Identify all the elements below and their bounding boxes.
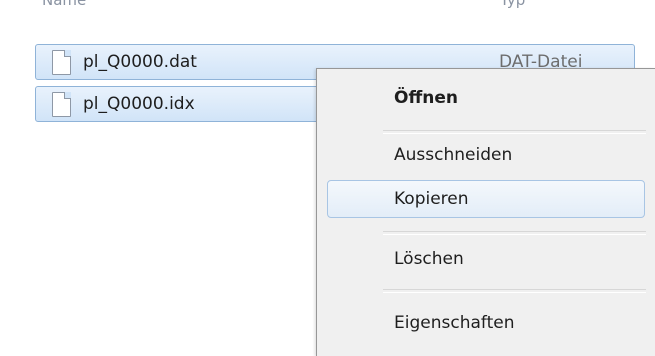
context-menu: Öffnen Ausschneiden Kopieren Löschen Eig…: [316, 68, 655, 356]
menu-separator: [383, 231, 646, 235]
menu-item-copy[interactable]: Kopieren: [327, 180, 645, 218]
column-header-type[interactable]: Typ: [500, 0, 525, 9]
menu-item-open[interactable]: Öffnen: [327, 80, 645, 118]
menu-item-properties[interactable]: Eigenschaften: [327, 305, 645, 343]
file-name: pl_Q0000.dat: [83, 52, 197, 72]
column-header: Name Typ: [0, 0, 655, 9]
column-header-name[interactable]: Name: [42, 0, 86, 9]
file-name: pl_Q0000.idx: [83, 94, 195, 114]
menu-item-delete[interactable]: Löschen: [327, 241, 645, 279]
menu-separator: [383, 289, 646, 293]
menu-separator: [383, 130, 646, 134]
file-icon: [52, 50, 71, 75]
menu-item-cut[interactable]: Ausschneiden: [327, 137, 645, 175]
file-icon: [52, 92, 71, 117]
